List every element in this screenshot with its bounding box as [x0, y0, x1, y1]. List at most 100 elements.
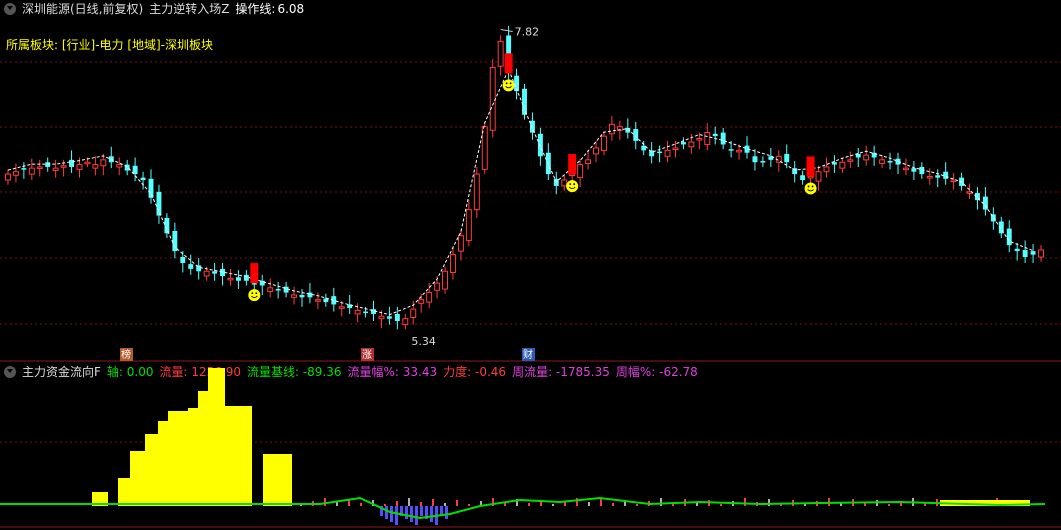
candle-body [736, 149, 743, 153]
candle-body [92, 164, 99, 169]
badge-text-0: 榜 [121, 348, 131, 361]
candle-body [378, 315, 385, 320]
candle-body [1030, 251, 1036, 255]
flow-bar [528, 503, 530, 506]
candle-body [76, 164, 83, 170]
signal-bar-1 [504, 53, 513, 74]
candle-body [680, 142, 686, 145]
candle-body [823, 166, 830, 173]
candle-body [481, 126, 488, 170]
candle-body [1038, 249, 1044, 258]
candle-body [100, 159, 107, 167]
candle-body [712, 133, 718, 137]
flow-bar [456, 500, 458, 506]
candle-body [5, 173, 11, 181]
flow-bar [600, 499, 602, 506]
neg-flow-bar [390, 506, 393, 522]
signal-bar-0 [250, 263, 259, 284]
candle-body [410, 308, 417, 318]
flow-block-2 [130, 451, 145, 506]
candle-body [863, 154, 870, 161]
candle-body [21, 168, 27, 170]
candle-body [116, 164, 123, 168]
flow-bar [588, 502, 590, 506]
candle-body [450, 254, 456, 273]
smiley-eye [569, 183, 572, 185]
flow-bar [696, 503, 698, 506]
candle-body [537, 133, 543, 157]
candle-body [203, 270, 210, 277]
high-pointer [500, 28, 513, 32]
candle-body [807, 175, 814, 179]
candle-body [426, 292, 433, 303]
candle-body [815, 171, 822, 182]
flow-block-7 [198, 391, 208, 506]
candle-body [847, 159, 854, 162]
candle-body [156, 191, 162, 216]
candle-body [752, 156, 758, 163]
candle-body [172, 230, 178, 252]
candle-body [291, 294, 298, 298]
candle-body [489, 66, 496, 131]
candle-body [1006, 228, 1012, 246]
candle-body [212, 271, 218, 274]
flow-bar [432, 499, 434, 506]
candle-body [577, 164, 584, 179]
candle-body [299, 294, 305, 298]
smiley-icon-1 [502, 79, 515, 92]
candle-body [402, 318, 409, 326]
candle-body [227, 277, 234, 281]
flow-block-9 [225, 406, 252, 506]
candle-body [926, 175, 933, 179]
candle-body [696, 138, 703, 141]
flow-bar [420, 502, 422, 506]
candle-body [760, 161, 766, 163]
candle-body [434, 282, 441, 291]
badge-text-1: 涨 [362, 349, 372, 361]
candle-body [935, 175, 941, 178]
candle-body [473, 173, 480, 211]
candle-body [220, 268, 225, 276]
candle-body [664, 149, 671, 157]
candle-body [728, 149, 734, 151]
candle-body [871, 152, 877, 158]
flow-block-4 [158, 421, 168, 506]
candle-body [982, 196, 988, 210]
candle-body [608, 123, 615, 135]
candle-body [180, 257, 186, 263]
flow-block-5 [168, 411, 188, 506]
flow-bar [744, 498, 746, 506]
candle-body [887, 161, 893, 163]
smiley-icon-0 [248, 289, 261, 302]
flow-bar [408, 498, 410, 506]
candle-body [60, 165, 67, 168]
flow-bar [384, 504, 386, 506]
candle-body [354, 309, 361, 315]
smiley-eye [509, 82, 512, 85]
candle-body [338, 306, 345, 309]
smiley-icon-2 [566, 180, 579, 193]
candle-body [84, 161, 91, 165]
flow-bar [336, 502, 338, 506]
smiley-icon-3 [804, 182, 817, 195]
candle-body [569, 173, 576, 177]
flow-bar [768, 499, 770, 506]
flow-bar [804, 504, 806, 506]
candle-body [585, 159, 592, 164]
candle-body [314, 299, 321, 302]
neg-flow-bar [385, 506, 388, 519]
signal-bar-2 [568, 154, 577, 175]
neg-flow-bar [415, 506, 418, 525]
price-chart[interactable]: 7.82 5.34 榜 涨 财 [0, 0, 1061, 530]
smiley-eye [807, 185, 810, 188]
flow-bar [468, 504, 470, 506]
flow-bar [888, 504, 890, 506]
candle-body [902, 167, 909, 171]
flow-block-6 [188, 408, 198, 506]
flow-block-1 [118, 478, 130, 506]
candle-body [243, 274, 249, 281]
candle-body [267, 287, 274, 292]
candle-body [442, 270, 448, 290]
neg-flow-bar [410, 506, 413, 522]
smiley-eye [811, 185, 814, 188]
